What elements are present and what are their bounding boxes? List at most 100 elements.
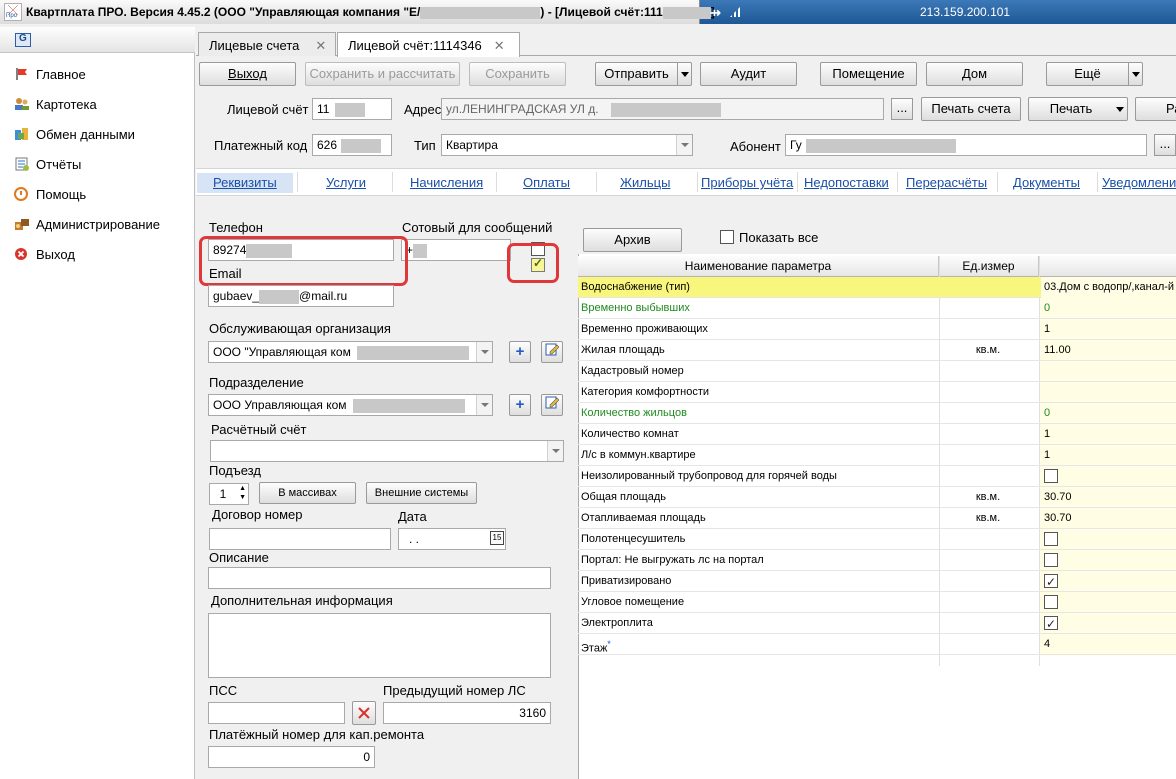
param-value[interactable]	[1041, 613, 1176, 634]
tab-account-detail[interactable]: Лицевой счёт:1114346 ✕	[337, 32, 520, 57]
service-org-combo[interactable]: ООО "Управляющая ком	[208, 341, 493, 363]
entrance-stepper[interactable]: 1 ▲ ▼	[209, 483, 249, 505]
nav-collapse-icon[interactable]	[15, 33, 31, 47]
table-row[interactable]: Количество жильцов 0	[578, 403, 1176, 424]
remote-pin-icon[interactable]: ⇸	[710, 5, 721, 21]
table-row[interactable]: Л/с в коммун.квартире 1	[578, 445, 1176, 466]
tab-undersupply[interactable]: Недопоставки	[804, 175, 889, 190]
tab-services[interactable]: Услуги	[326, 175, 366, 190]
param-value[interactable]: 4	[1041, 634, 1176, 655]
nav-item-reports[interactable]: Отчёты	[14, 157, 81, 177]
address-picker-button[interactable]: ...	[891, 98, 913, 120]
tab-payments[interactable]: Оплаты	[523, 175, 570, 190]
chevron-down-icon[interactable]	[547, 441, 563, 461]
more-button[interactable]: Ещё	[1046, 62, 1143, 86]
table-row[interactable]: Категория комфортности	[578, 382, 1176, 403]
show-all-checkbox[interactable]	[720, 230, 734, 244]
calc-button[interactable]: Ра	[1135, 97, 1176, 121]
table-row[interactable]: Угловое помещение	[578, 592, 1176, 613]
table-row[interactable]: Этаж* 4	[578, 634, 1176, 655]
tab-recalculations[interactable]: Перерасчёты	[906, 175, 987, 190]
param-value[interactable]	[1041, 550, 1176, 571]
nav-item-cards[interactable]: Картотека	[14, 97, 97, 117]
tab-residents[interactable]: Жильцы	[620, 175, 670, 190]
contract-field[interactable]	[209, 528, 391, 550]
print-account-button[interactable]: Печать счета	[921, 97, 1021, 121]
nav-item-main[interactable]: Главное	[14, 67, 86, 87]
table-row[interactable]: Приватизировано	[578, 571, 1176, 592]
email-field[interactable]: gubaev_ @mail.ru	[208, 285, 394, 307]
param-checkbox[interactable]	[1044, 532, 1058, 546]
param-value[interactable]: 30.70	[1041, 487, 1176, 508]
date-field[interactable]: . . 15	[398, 528, 506, 550]
param-value[interactable]	[1041, 571, 1176, 592]
archive-button[interactable]: Архив	[583, 228, 682, 252]
table-row[interactable]: Электроплита	[578, 613, 1176, 634]
param-value[interactable]: 1	[1041, 319, 1176, 340]
email-checkbox[interactable]	[531, 256, 545, 272]
table-row[interactable]: Жилая площадь кв.м. 11.00	[578, 340, 1176, 361]
param-value[interactable]: 1	[1041, 445, 1176, 466]
table-row[interactable]: Временно проживающих 1	[578, 319, 1176, 340]
table-row[interactable]: Кадастровый номер	[578, 361, 1176, 382]
table-row[interactable]: Портал: Не выгружать лс на портал	[578, 550, 1176, 571]
table-row[interactable]: Количество комнат 1	[578, 424, 1176, 445]
audit-button[interactable]: Аудит	[700, 62, 797, 86]
table-row[interactable]: Временно выбывших 0	[578, 298, 1176, 319]
param-checkbox[interactable]	[1044, 595, 1058, 609]
exit-button[interactable]: Выход	[199, 62, 296, 86]
tab-accounts[interactable]: Лицевые счета ✕	[198, 32, 336, 56]
extra-info-textarea[interactable]	[208, 613, 551, 678]
param-value[interactable]: 11.00	[1041, 340, 1176, 361]
param-value[interactable]	[1041, 592, 1176, 613]
calc-account-combo[interactable]	[210, 440, 564, 462]
clear-pss-button[interactable]	[352, 701, 376, 725]
param-value[interactable]	[1041, 466, 1176, 487]
param-value[interactable]: 0	[1041, 403, 1176, 424]
column-header-value[interactable]	[1039, 256, 1176, 277]
chevron-down-icon[interactable]	[1113, 98, 1127, 120]
chevron-down-icon[interactable]	[476, 395, 492, 415]
subscriber-picker-button[interactable]: ...	[1154, 134, 1176, 156]
external-systems-button[interactable]: Внешние системы	[366, 482, 477, 504]
add-division-button[interactable]: +	[509, 394, 531, 416]
column-header-unit[interactable]: Ед.измер	[939, 256, 1039, 277]
add-org-button[interactable]: +	[509, 341, 531, 363]
save-button[interactable]: Сохранить	[469, 62, 566, 86]
param-value[interactable]: 1	[1041, 424, 1176, 445]
close-icon[interactable]: ✕	[315, 38, 326, 53]
description-field[interactable]	[208, 567, 551, 589]
param-checkbox[interactable]	[1044, 572, 1058, 592]
tab-notifications[interactable]: Уведомления	[1102, 175, 1176, 190]
calendar-icon[interactable]: 15	[490, 531, 504, 545]
table-row[interactable]: Водоснабжение (тип) 03.Дом с водопр/,кана…	[578, 277, 1176, 298]
nav-item-exit[interactable]: Выход	[14, 247, 75, 267]
param-value[interactable]	[1041, 529, 1176, 550]
pay-code-field[interactable]: 626	[312, 134, 392, 156]
subscriber-field[interactable]: Гу	[785, 134, 1147, 156]
send-button[interactable]: Отправить	[595, 62, 692, 86]
param-checkbox[interactable]	[1044, 469, 1058, 483]
edit-org-button[interactable]	[541, 341, 563, 363]
stepper-arrows-icon[interactable]: ▲ ▼	[239, 484, 246, 502]
mobile-field[interactable]: +	[401, 239, 511, 261]
param-value[interactable]	[1041, 361, 1176, 382]
param-value[interactable]: 0	[1041, 298, 1176, 319]
account-number-field[interactable]: 11	[312, 98, 392, 120]
chevron-down-icon[interactable]	[1128, 63, 1142, 85]
param-value[interactable]	[1041, 382, 1176, 403]
division-combo[interactable]: ООО Управляющая ком	[208, 394, 493, 416]
param-value[interactable]: 30.70	[1041, 508, 1176, 529]
in-arrays-button[interactable]: В массивах	[259, 482, 356, 504]
edit-division-button[interactable]	[541, 394, 563, 416]
prev-account-field[interactable]: 3160	[383, 702, 551, 724]
tab-meters[interactable]: Приборы учёта	[701, 175, 793, 190]
table-row[interactable]: Общая площадь кв.м. 30.70	[578, 487, 1176, 508]
table-row[interactable]: Полотенцесушитель	[578, 529, 1176, 550]
capital-repair-field[interactable]: 0	[208, 746, 375, 768]
column-header-name[interactable]: Наименование параметра	[578, 256, 939, 277]
nav-item-exchange[interactable]: Обмен данными	[14, 127, 135, 147]
save-and-calculate-button[interactable]: Сохранить и рассчитать	[305, 62, 460, 86]
address-field[interactable]: ул.ЛЕНИНГРАДСКАЯ УЛ д.	[441, 98, 884, 120]
param-checkbox[interactable]	[1044, 553, 1058, 567]
